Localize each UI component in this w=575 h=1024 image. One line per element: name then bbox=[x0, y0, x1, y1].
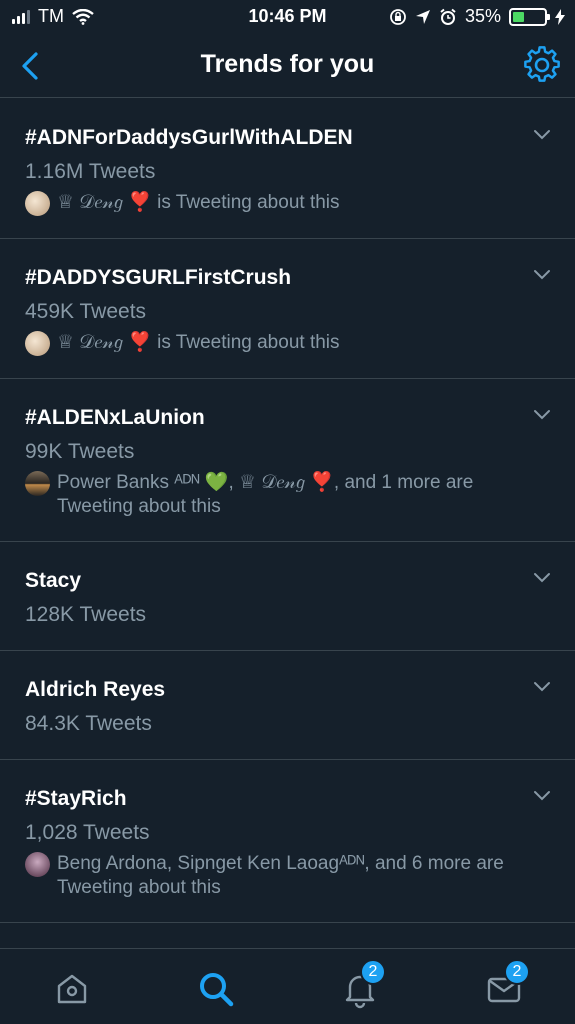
trend-context: Beng Ardona, Sipnget Ken Laoagᴬᴰᴺ, and 6… bbox=[25, 852, 551, 900]
charging-icon bbox=[555, 8, 565, 25]
trend-name: Stacy bbox=[25, 569, 82, 592]
home-icon bbox=[57, 974, 87, 1004]
trend-name: #StayRich bbox=[25, 787, 127, 810]
trend-context: Power Banks ᴬᴰᴺ 💚, ♕ 𝒟𝑒𝓃𝑔 ❣️, and 1 more… bbox=[25, 471, 551, 519]
chevron-left-icon[interactable] bbox=[16, 50, 48, 82]
orientation-lock-icon bbox=[390, 8, 406, 25]
battery-level bbox=[513, 11, 524, 22]
trend-context-text: ♕ 𝒟𝑒𝓃𝑔 ❣️ is Tweeting about this bbox=[57, 332, 340, 353]
trends-list: #ADNForDaddysGurlWithALDEN 1.16M Tweets … bbox=[0, 99, 575, 923]
trend-name: #DADDYSGURLFirstCrush bbox=[25, 266, 292, 289]
trend-name: #ALDENxLaUnion bbox=[25, 406, 205, 429]
gear-icon[interactable] bbox=[523, 46, 561, 84]
trend-context: ♕ 𝒟𝑒𝓃𝑔 ❣️ is Tweeting about this bbox=[25, 331, 551, 356]
status-bar: TM 10:46 PM 35% bbox=[0, 0, 575, 34]
trend-context-text: ♕ 𝒟𝑒𝓃𝑔 ❣️ is Tweeting about this bbox=[57, 192, 340, 213]
page-title: Trends for you bbox=[200, 50, 375, 78]
avatar bbox=[25, 331, 50, 356]
avatar bbox=[25, 471, 50, 496]
trend-item[interactable]: #DADDYSGURLFirstCrush 459K Tweets ♕ 𝒟𝑒𝓃𝑔… bbox=[0, 239, 575, 379]
trend-item[interactable]: #ALDENxLaUnion 99K Tweets Power Banks ᴬᴰ… bbox=[0, 379, 575, 542]
messages-badge: 2 bbox=[504, 959, 530, 985]
avatar bbox=[25, 852, 50, 877]
search-icon bbox=[200, 973, 234, 1007]
trend-name: Aldrich Reyes bbox=[25, 678, 166, 701]
location-icon bbox=[415, 9, 430, 24]
trend-context: ♕ 𝒟𝑒𝓃𝑔 ❣️ is Tweeting about this bbox=[25, 191, 551, 216]
chevron-down-icon[interactable] bbox=[533, 572, 551, 584]
trend-context-text: Beng Ardona, Sipnget Ken Laoagᴬᴰᴺ, and 6… bbox=[57, 853, 504, 898]
battery-percent: 35% bbox=[464, 6, 501, 26]
tab-home[interactable] bbox=[52, 969, 92, 1009]
alarm-icon bbox=[440, 8, 456, 25]
avatar bbox=[25, 191, 50, 216]
trend-tweet-count: 1.16M Tweets bbox=[25, 160, 156, 183]
trend-item[interactable]: Stacy 128K Tweets bbox=[0, 542, 575, 651]
trend-item[interactable]: #ADNForDaddysGurlWithALDEN 1.16M Tweets … bbox=[0, 99, 575, 239]
trend-item[interactable]: #StayRich 1,028 Tweets Beng Ardona, Sipn… bbox=[0, 760, 575, 923]
trend-tweet-count: 459K Tweets bbox=[25, 300, 147, 323]
trend-tweet-count: 99K Tweets bbox=[25, 440, 135, 463]
trend-context-text: Power Banks ᴬᴰᴺ 💚, ♕ 𝒟𝑒𝓃𝑔 ❣️, and 1 more… bbox=[57, 472, 474, 517]
chevron-down-icon[interactable] bbox=[533, 681, 551, 693]
trend-tweet-count: 1,028 Tweets bbox=[25, 821, 150, 844]
trend-tweet-count: 128K Tweets bbox=[25, 603, 147, 626]
chevron-down-icon[interactable] bbox=[533, 129, 551, 141]
chevron-down-icon[interactable] bbox=[533, 790, 551, 802]
tab-bar: 2 2 bbox=[0, 948, 575, 1024]
trend-tweet-count: 84.3K Tweets bbox=[25, 712, 152, 735]
battery-icon bbox=[509, 7, 550, 26]
status-right: 35% bbox=[389, 6, 565, 27]
trend-item[interactable]: Aldrich Reyes 84.3K Tweets bbox=[0, 651, 575, 760]
chevron-down-icon[interactable] bbox=[533, 409, 551, 421]
tab-notifications[interactable]: 2 bbox=[340, 959, 386, 1009]
trend-name: #ADNForDaddysGurlWithALDEN bbox=[25, 126, 353, 149]
nav-bar: Trends for you bbox=[0, 34, 575, 98]
tab-messages[interactable]: 2 bbox=[484, 959, 530, 1009]
tab-search[interactable] bbox=[196, 969, 236, 1009]
chevron-down-icon[interactable] bbox=[533, 269, 551, 281]
notifications-badge: 2 bbox=[360, 959, 386, 985]
